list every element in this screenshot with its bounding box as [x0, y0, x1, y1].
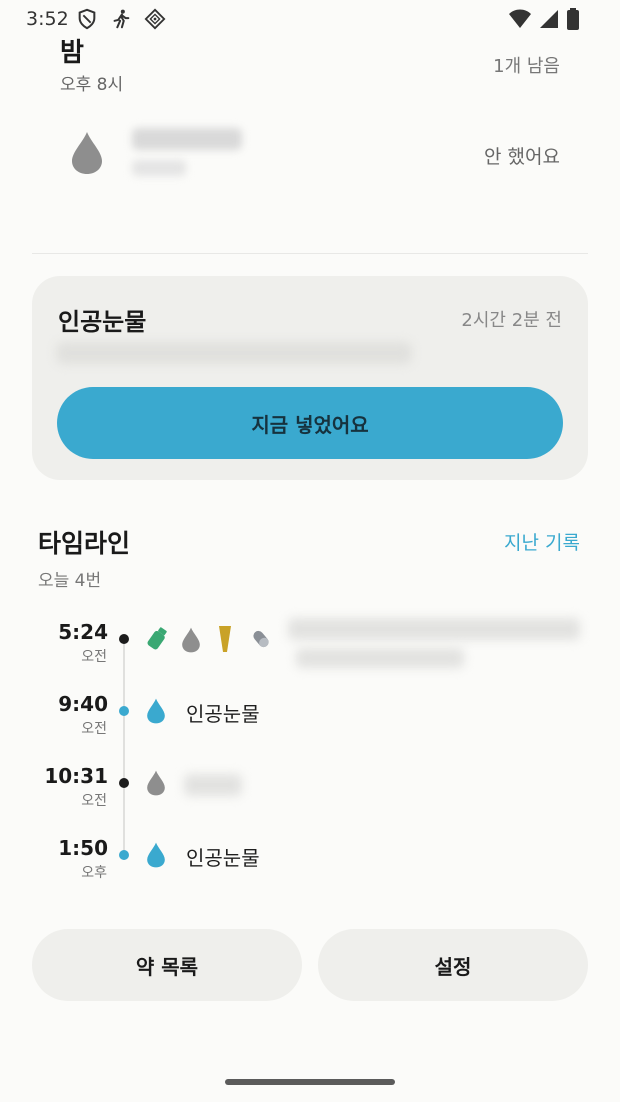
entry-label: 인공눈물: [186, 702, 260, 726]
timeline-dot: [119, 778, 129, 788]
drop-icon: [72, 132, 102, 174]
timeline-dot: [119, 850, 129, 860]
section-time: 오후 8시: [60, 75, 124, 95]
take-now-button[interactable]: 지금 넣었어요: [57, 387, 563, 459]
walking-icon: [113, 9, 130, 29]
status-right: [508, 8, 580, 30]
status-not-taken[interactable]: 안 했어요: [484, 142, 560, 169]
timeline-row[interactable]: 1:50 오후 인공눈물: [0, 836, 620, 886]
battery-icon: [567, 8, 579, 30]
timeline-count: 오늘 4번: [38, 571, 102, 591]
timeline-row[interactable]: 10:31 오전: [0, 764, 620, 814]
section-title: 밤: [60, 38, 84, 68]
app-grid-icon: [144, 8, 166, 30]
medication-name-redacted: [132, 128, 242, 150]
timeline-line: [123, 640, 125, 860]
entry-time: 9:40: [58, 692, 108, 716]
signal-icon: [540, 10, 558, 28]
drop-icon: [147, 698, 165, 724]
timeline-row[interactable]: 5:24 오전: [0, 618, 620, 670]
shield-icon: [78, 8, 96, 30]
settings-button[interactable]: 설정: [318, 929, 588, 1001]
tube-icon: [219, 626, 231, 652]
entry-time: 10:31: [44, 764, 108, 788]
card-title: 인공눈물: [58, 308, 147, 336]
drop-icon: [147, 842, 165, 868]
remaining-count: 1개 남음: [493, 56, 560, 77]
medication-detail-redacted: [132, 160, 186, 176]
history-link[interactable]: 지난 기록: [504, 528, 580, 555]
entry-names-redacted: [296, 648, 464, 668]
card-elapsed: 2시간 2분 전: [461, 310, 562, 331]
status-time: 3:52: [26, 8, 69, 30]
entry-time: 5:24: [58, 620, 108, 644]
entry-ampm: 오후: [81, 865, 107, 881]
entry-ampm: 오전: [81, 793, 107, 809]
entry-names-redacted: [288, 618, 580, 640]
capsule-icon: [253, 630, 269, 648]
timeline-title: 타임라인: [38, 529, 131, 558]
timeline-row[interactable]: 9:40 오전 인공눈물: [0, 692, 620, 742]
entry-label: 인공눈물: [186, 846, 260, 870]
drop-icon: [182, 627, 200, 653]
entry-ampm: 오전: [81, 649, 107, 665]
pill-bottle-icon: [147, 627, 167, 650]
wifi-icon: [509, 9, 531, 28]
entry-time: 1:50: [58, 836, 108, 860]
timeline-dot: [119, 634, 129, 644]
divider: [32, 253, 588, 254]
entry-name-redacted: [184, 774, 242, 796]
entry-ampm: 오전: [81, 721, 107, 737]
drop-icon: [147, 770, 165, 796]
timeline-dot: [119, 706, 129, 716]
home-indicator[interactable]: [225, 1079, 395, 1085]
medication-list-button[interactable]: 약 목록: [32, 929, 302, 1001]
card-detail-redacted: [56, 342, 412, 364]
